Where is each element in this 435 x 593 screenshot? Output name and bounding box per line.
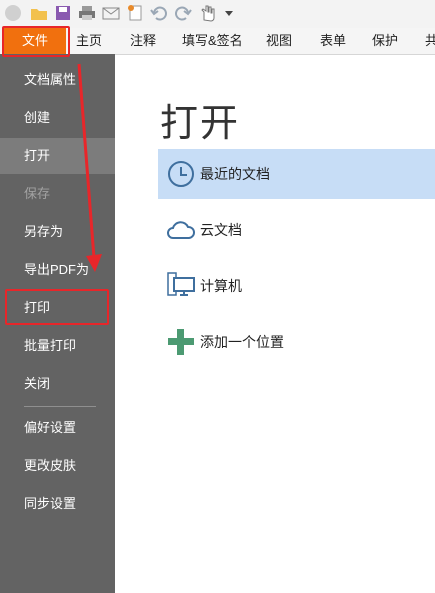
annotation-arrow-icon [77,63,102,272]
